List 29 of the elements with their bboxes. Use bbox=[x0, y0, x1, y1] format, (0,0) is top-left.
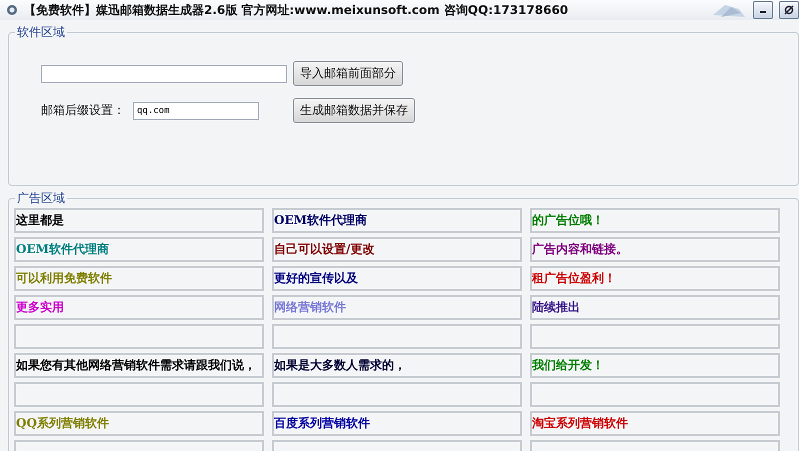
ad-link[interactable]: 百度系列营销软件 bbox=[274, 415, 370, 432]
ad-link[interactable]: 更好的宣传以及 bbox=[274, 270, 358, 287]
ad-link[interactable]: 广告内容和链接。 bbox=[532, 241, 628, 258]
ad-link[interactable]: 可以利用免费软件 bbox=[16, 270, 112, 287]
minimize-button[interactable] bbox=[753, 1, 773, 19]
ad-link[interactable]: 淘宝系列营销软件 bbox=[532, 415, 628, 432]
ad-link[interactable]: 陆续推出 bbox=[532, 299, 580, 316]
ad-link[interactable]: 如果您有其他网络营销软件需求请跟我们说， bbox=[16, 357, 256, 374]
ad-link[interactable]: 更多实用 bbox=[16, 299, 64, 316]
ad-link[interactable]: 自己可以设置/更改 bbox=[274, 241, 374, 258]
close-button[interactable] bbox=[779, 1, 799, 19]
ad-link[interactable]: OEM软件代理商 bbox=[274, 212, 367, 229]
app-icon bbox=[6, 4, 18, 16]
panel-legend: 软件区域 bbox=[15, 24, 67, 41]
ad-link[interactable]: 如果是大多数人需求的， bbox=[274, 357, 406, 374]
ad-link[interactable]: 的广告位哦！ bbox=[532, 212, 604, 229]
close-icon bbox=[784, 5, 794, 15]
generate-button[interactable]: 生成邮箱数据并保存 bbox=[293, 98, 415, 123]
ad-link[interactable]: OEM软件代理商 bbox=[16, 241, 109, 258]
ad-link[interactable]: QQ系列营销软件 bbox=[16, 415, 109, 432]
ad-link[interactable]: 这里都是 bbox=[16, 212, 64, 229]
import-button[interactable]: 导入邮箱前面部分 bbox=[293, 61, 403, 86]
panel-legend: 广告区域 bbox=[15, 190, 67, 207]
window-title: 【免费软件】媒迅邮箱数据生成器2.6版 官方网址:www.meixunsoft.com 咨询QQ:173178660 bbox=[24, 2, 570, 18]
ad-link[interactable]: 租广告位盈利！ bbox=[532, 270, 616, 287]
suffix-label: 邮箱后缀设置： bbox=[41, 102, 125, 119]
ad-link[interactable]: 我们给开发！ bbox=[532, 357, 604, 374]
suffix-input-field[interactable]: qq.com bbox=[133, 102, 259, 120]
prefix-input-field[interactable] bbox=[41, 64, 287, 82]
